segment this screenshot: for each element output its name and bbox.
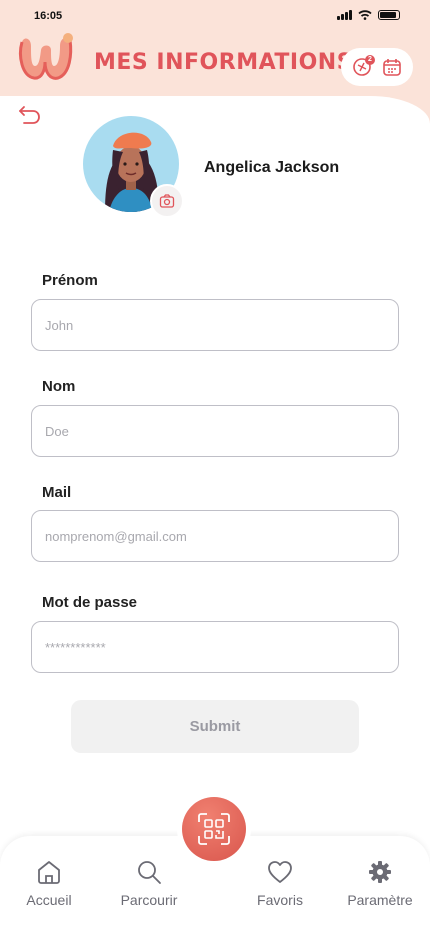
notifications-button[interactable]: 2 xyxy=(349,54,375,80)
calendar-icon xyxy=(383,59,401,76)
app-logo[interactable] xyxy=(14,32,76,86)
back-arrow-icon[interactable] xyxy=(18,104,42,126)
header-actions: 2 xyxy=(341,48,413,86)
heart-icon xyxy=(268,861,292,883)
change-photo-button[interactable] xyxy=(150,184,184,218)
lastname-label: Nom xyxy=(42,378,76,395)
content-curve xyxy=(0,96,430,216)
firstname-label: Prénom xyxy=(42,272,98,289)
profile-name: Angelica Jackson xyxy=(204,159,340,176)
nav-item-favoris[interactable]: Favoris xyxy=(240,858,320,908)
nav-item-accueil[interactable]: Accueil xyxy=(9,858,89,908)
calendar-button[interactable] xyxy=(379,54,405,80)
submit-button[interactable]: Submit xyxy=(71,700,359,753)
page-title: MES iNFORMATIONS xyxy=(94,50,354,75)
qr-scan-icon xyxy=(198,813,230,845)
password-label: Mot de passe xyxy=(42,594,138,611)
status-icons xyxy=(337,10,400,20)
search-icon xyxy=(138,861,161,884)
notification-badge: 2 xyxy=(365,55,375,65)
battery-icon xyxy=(378,10,400,20)
gear-icon xyxy=(369,861,391,883)
nav-label: Accueil xyxy=(26,892,72,908)
wifi-icon xyxy=(358,10,372,20)
signal-icon xyxy=(337,10,352,20)
camera-icon xyxy=(159,194,175,208)
home-icon xyxy=(38,861,60,884)
email-label: Mail xyxy=(42,484,72,501)
nav-item-parcourir[interactable]: Parcourir xyxy=(109,858,189,908)
firstname-field[interactable]: John xyxy=(31,299,399,351)
qr-scan-button[interactable] xyxy=(182,797,246,861)
nav-label: Favoris xyxy=(257,892,303,908)
status-time: 16:05 xyxy=(34,10,63,22)
nav-item-parametre[interactable]: Paramètre xyxy=(340,858,420,908)
nav-label: Paramètre xyxy=(347,892,413,908)
nav-label: Parcourir xyxy=(120,892,178,908)
password-field[interactable]: ************ xyxy=(31,621,399,673)
email-field[interactable]: nomprenom@gmail.com xyxy=(31,510,399,562)
lastname-field[interactable]: Doe xyxy=(31,405,399,457)
